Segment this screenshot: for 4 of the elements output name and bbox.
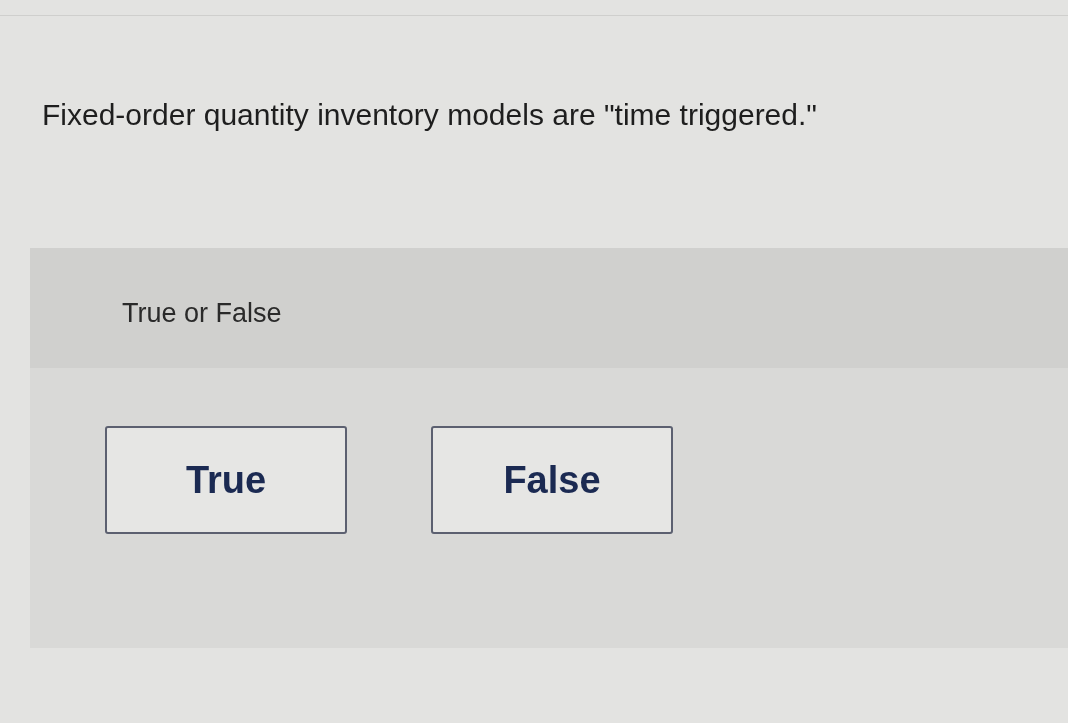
answer-choice-button[interactable]: False <box>431 426 673 534</box>
answer-choice-button[interactable]: True <box>105 426 347 534</box>
question-text: Fixed-order quantity inventory models are "time triggered." <box>42 97 817 133</box>
answer-type-label: True or False <box>122 297 282 330</box>
